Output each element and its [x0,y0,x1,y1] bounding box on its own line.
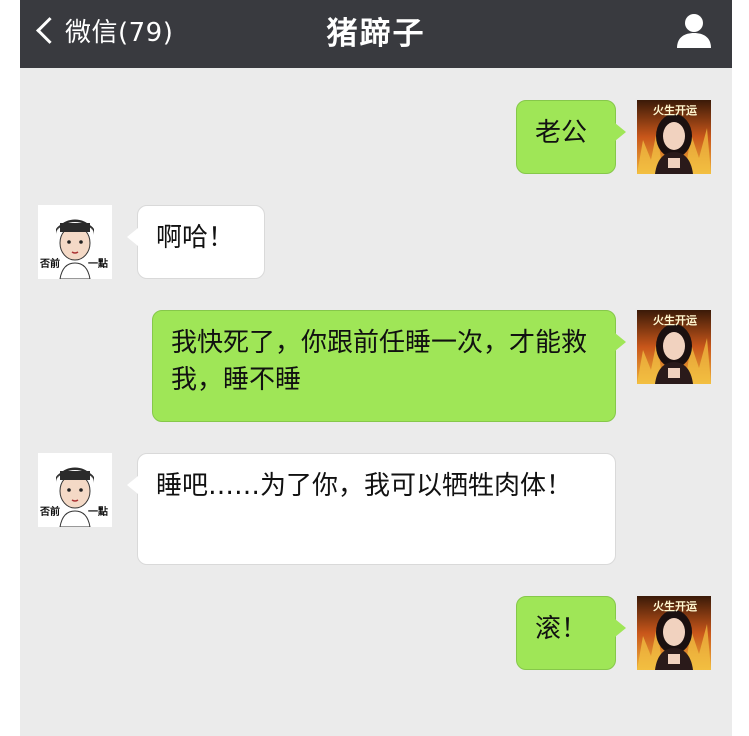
message-bubble-outgoing[interactable]: 滚！ [516,596,626,670]
message-text: 老公 [535,118,588,148]
self-avatar[interactable]: 火生开运 [637,100,711,174]
self-avatar-banner: 火生开运 [653,600,697,613]
contact-avatar-text-left: 否前 [40,259,60,270]
message-bubble-incoming[interactable]: 睡吧……为了你，我可以牺牲肉体！ [127,453,616,565]
message-text: 滚！ [535,614,588,644]
self-avatar-banner: 火生开运 [653,314,697,327]
contact-avatar-text-right: 一點 [88,259,108,270]
chat-title: 猪蹄子 [326,16,426,52]
contact-avatar[interactable]: 否前 一點 [38,205,112,279]
self-avatar[interactable]: 火生开运 [637,310,711,384]
message-text: 啊哈！ [156,223,235,253]
contact-avatar-text-left: 否前 [40,507,60,518]
message-text: 睡吧……为了你，我可以牺牲肉体！ [156,471,573,501]
contact-avatar-text-right: 一點 [88,507,108,518]
message-bubble-outgoing[interactable]: 我快死了，你跟前任睡一次，才能救我，睡不睡 [152,310,626,422]
contact-avatar[interactable]: 否前 一點 [38,453,112,527]
self-avatar-banner: 火生开运 [653,104,697,117]
message-bubble-outgoing[interactable]: 老公 [516,100,626,174]
self-avatar[interactable]: 火生开运 [637,596,711,670]
person-icon [677,14,711,48]
chat-header: 微信(79) 猪蹄子 [20,0,732,68]
message-bubble-incoming[interactable]: 啊哈！ [127,205,265,279]
message-text: 我快死了，你跟前任睡一次，才能救我，睡不睡 [171,328,588,395]
chat-screen: 微信(79) 猪蹄子 老公 火生开运 否前 一點 啊哈！ 我快死了，你跟前任睡一… [20,0,732,736]
chat-info-button[interactable] [674,10,714,50]
